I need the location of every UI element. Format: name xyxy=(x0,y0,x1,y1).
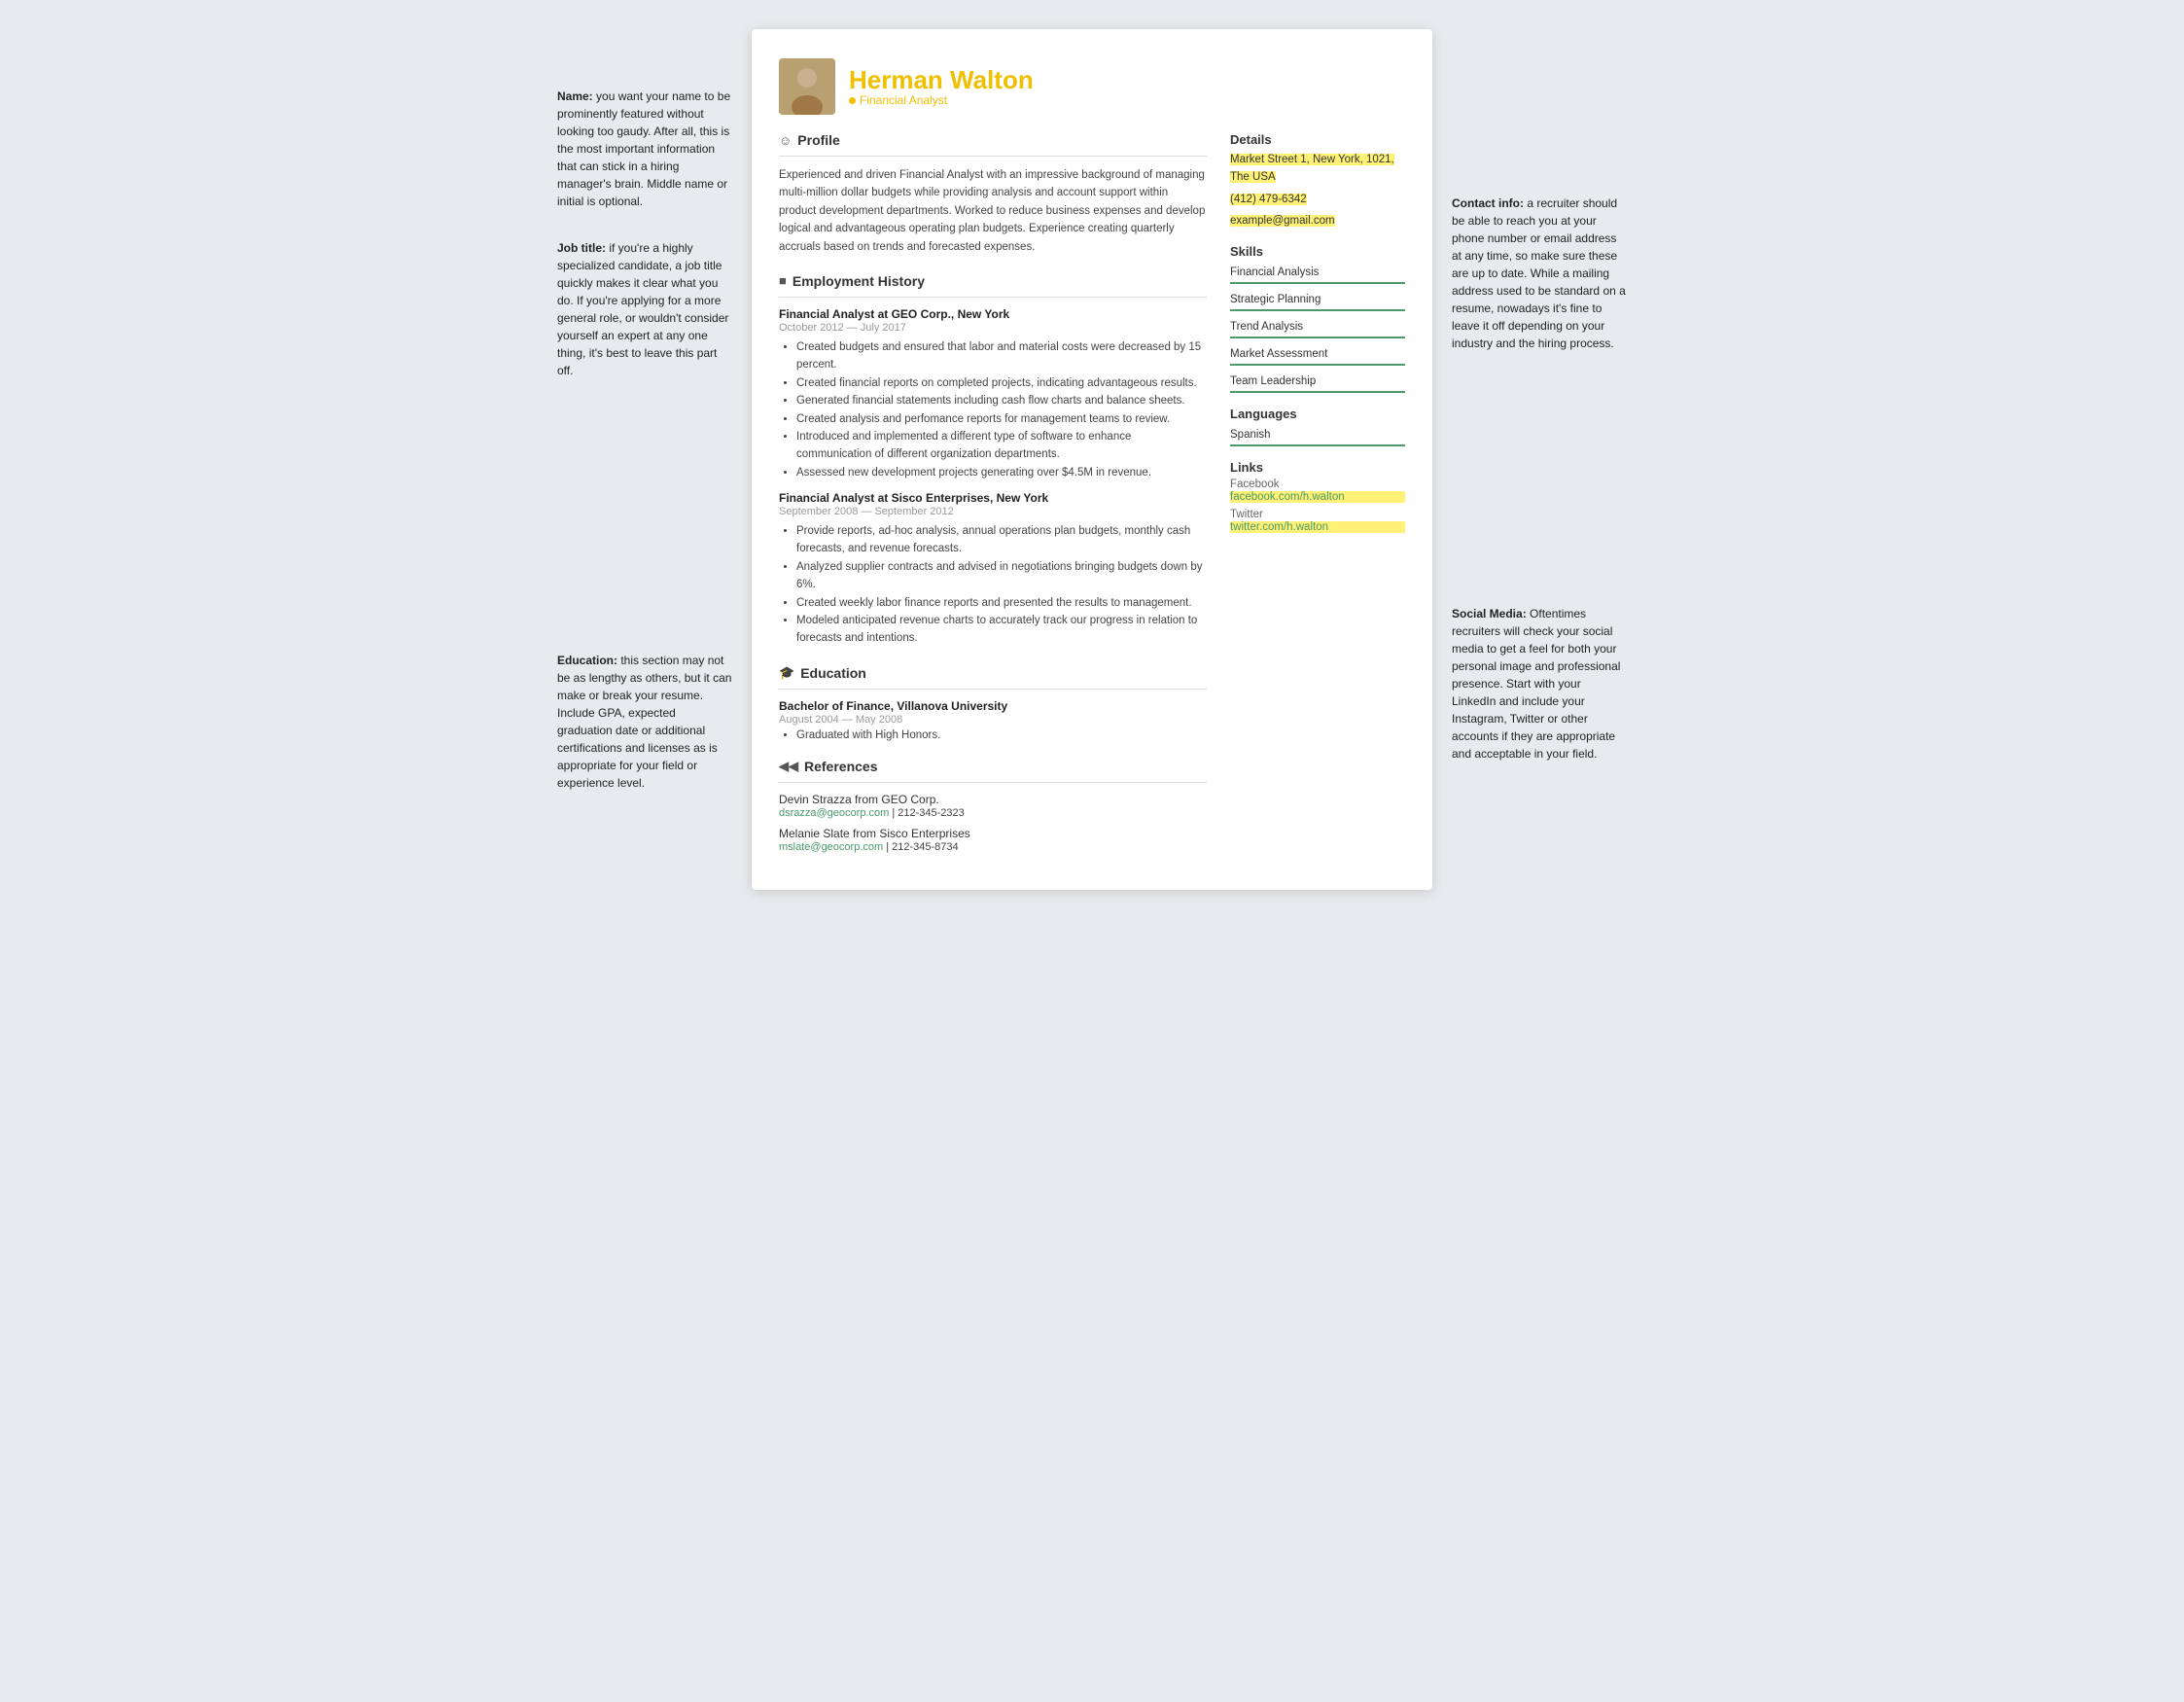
email-text: example@gmail.com xyxy=(1230,215,1335,227)
twitter-url[interactable]: twitter.com/h.walton xyxy=(1230,521,1405,533)
ref-contact-1: dsrazza@geocorp.com | 212-345-2323 xyxy=(779,807,1207,819)
skills-heading: Skills xyxy=(1230,244,1405,259)
address-text: Market Street 1, New York, 1021, The USA xyxy=(1230,154,1394,183)
facebook-label: Facebook xyxy=(1230,479,1405,490)
name-ann-label: Name: xyxy=(557,89,593,103)
name-ann-text: you want your name to be prominently fea… xyxy=(557,89,730,208)
skill-2: Strategic Planning xyxy=(1230,290,1405,311)
bullet: Created financial reports on completed p… xyxy=(796,374,1207,392)
languages-heading: Languages xyxy=(1230,407,1405,421)
education-heading: 🎓 Education xyxy=(779,665,1207,681)
job-bullets-2: Provide reports, ad-hoc analysis, annual… xyxy=(779,522,1207,648)
jobtitle-ann-label: Job title: xyxy=(557,241,606,255)
bullet: Created analysis and perfomance reports … xyxy=(796,410,1207,428)
resume-main: ☺ Profile Experienced and driven Financi… xyxy=(779,132,1207,861)
edu-bullets-1: Graduated with High Honors. xyxy=(779,729,1207,741)
bullet: Graduated with High Honors. xyxy=(796,729,1207,741)
title-dot xyxy=(849,97,856,104)
ref-email-1[interactable]: dsrazza@geocorp.com xyxy=(779,807,889,819)
language-1: Spanish xyxy=(1230,425,1405,446)
education-divider xyxy=(779,689,1207,690)
left-annotations: Name: you want your name to be prominent… xyxy=(557,29,752,890)
resume-name: Herman Walton xyxy=(849,66,1034,94)
resume-header: Herman Walton Financial Analyst xyxy=(779,58,1405,115)
profile-divider xyxy=(779,156,1207,157)
phone-text: (412) 479-6342 xyxy=(1230,194,1307,205)
avatar-svg xyxy=(779,58,835,115)
job-entry-2: Financial Analyst at Sisco Enterprises, … xyxy=(779,491,1207,648)
education-ann-text: this section may not be as lengthy as ot… xyxy=(557,654,731,790)
job-dates-1: October 2012 — July 2017 xyxy=(779,322,1207,334)
page-wrapper: Name: you want your name to be prominent… xyxy=(557,29,1627,890)
references-icon: ◀◀ xyxy=(779,759,798,774)
job-dates-2: September 2008 — September 2012 xyxy=(779,506,1207,517)
sidebar-email: example@gmail.com xyxy=(1230,212,1405,230)
bullet: Modeled anticipated revenue charts to ac… xyxy=(796,612,1207,648)
jobtitle-ann-text: if you're a highly specialized candidate… xyxy=(557,241,728,377)
details-heading: Details xyxy=(1230,132,1405,147)
contact-ann-label: Contact info: xyxy=(1452,196,1524,210)
bullet: Created weekly labor finance reports and… xyxy=(796,594,1207,612)
contact-ann-text: a recruiter should be able to reach you … xyxy=(1452,196,1626,350)
resume-card: Herman Walton Financial Analyst ☺ Profil… xyxy=(752,29,1432,890)
ref-contact-2: mslate@geocorp.com | 212-345-8734 xyxy=(779,841,1207,853)
job-title-2: Financial Analyst at Sisco Enterprises, … xyxy=(779,491,1207,505)
social-annotation: Social Media: Oftentimes recruiters will… xyxy=(1452,605,1627,762)
edu-dates-1: August 2004 — May 2008 xyxy=(779,714,1207,726)
skill-5: Team Leadership xyxy=(1230,372,1405,393)
social-ann-text: Oftentimes recruiters will check your so… xyxy=(1452,607,1620,761)
profile-icon: ☺ xyxy=(779,133,792,148)
bullet: Introduced and implemented a different t… xyxy=(796,428,1207,464)
ref-name-1: Devin Strazza from GEO Corp. xyxy=(779,793,1207,806)
ref-email-2[interactable]: mslate@geocorp.com xyxy=(779,841,883,853)
skill-3: Trend Analysis xyxy=(1230,317,1405,338)
ref-entry-1: Devin Strazza from GEO Corp. dsrazza@geo… xyxy=(779,793,1207,819)
references-heading: ◀◀ References xyxy=(779,759,1207,774)
job-entry-1: Financial Analyst at GEO Corp., New York… xyxy=(779,307,1207,481)
header-text: Herman Walton Financial Analyst xyxy=(849,66,1034,108)
references-divider xyxy=(779,782,1207,783)
social-ann-label: Social Media: xyxy=(1452,607,1527,621)
edu-school-1: Bachelor of Finance, Villanova Universit… xyxy=(779,699,1207,713)
education-annotation: Education: this section may not be as le… xyxy=(557,652,732,792)
resume-title: Financial Analyst xyxy=(849,93,1034,107)
sidebar-address: Market Street 1, New York, 1021, The USA xyxy=(1230,151,1405,187)
links-heading: Links xyxy=(1230,460,1405,475)
avatar xyxy=(779,58,835,115)
job-bullets-1: Created budgets and ensured that labor a… xyxy=(779,338,1207,481)
right-annotations: Contact info: a recruiter should be able… xyxy=(1432,29,1627,890)
jobtitle-annotation: Job title: if you're a highly specialize… xyxy=(557,239,732,379)
bullet: Created budgets and ensured that labor a… xyxy=(796,338,1207,374)
name-annotation: Name: you want your name to be prominent… xyxy=(557,88,732,210)
facebook-url[interactable]: facebook.com/h.walton xyxy=(1230,491,1405,503)
ref-name-2: Melanie Slate from Sisco Enterprises xyxy=(779,827,1207,840)
education-ann-label: Education: xyxy=(557,654,617,667)
resume-body: ☺ Profile Experienced and driven Financi… xyxy=(779,132,1405,861)
employment-heading: ■ Employment History xyxy=(779,273,1207,289)
bullet: Assessed new development projects genera… xyxy=(796,464,1207,481)
edu-entry-1: Bachelor of Finance, Villanova Universit… xyxy=(779,699,1207,741)
twitter-label: Twitter xyxy=(1230,509,1405,520)
bullet: Analyzed supplier contracts and advised … xyxy=(796,558,1207,594)
education-icon: 🎓 xyxy=(779,665,794,681)
bullet: Provide reports, ad-hoc analysis, annual… xyxy=(796,522,1207,558)
sidebar-phone: (412) 479-6342 xyxy=(1230,191,1405,208)
resume-sidebar: Details Market Street 1, New York, 1021,… xyxy=(1230,132,1405,861)
employment-divider xyxy=(779,297,1207,298)
ref-entry-2: Melanie Slate from Sisco Enterprises msl… xyxy=(779,827,1207,853)
employment-icon: ■ xyxy=(779,273,787,288)
bullet: Generated financial statements including… xyxy=(796,392,1207,409)
profile-heading: ☺ Profile xyxy=(779,132,1207,148)
skill-1: Financial Analysis xyxy=(1230,263,1405,284)
job-title-1: Financial Analyst at GEO Corp., New York xyxy=(779,307,1207,321)
skill-4: Market Assessment xyxy=(1230,344,1405,366)
profile-text: Experienced and driven Financial Analyst… xyxy=(779,166,1207,256)
contact-annotation: Contact info: a recruiter should be able… xyxy=(1452,195,1627,352)
